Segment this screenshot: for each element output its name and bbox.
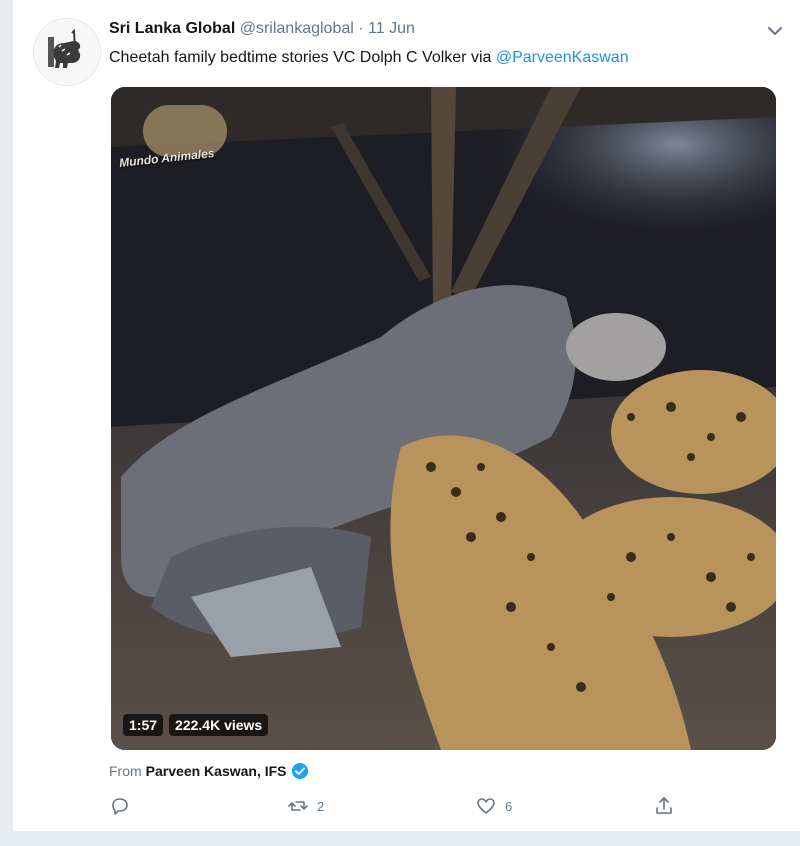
from-label: From <box>109 763 142 779</box>
tweet-date[interactable]: 11 Jun <box>368 20 415 37</box>
retweet-count: 2 <box>317 798 325 814</box>
verified-badge-icon <box>291 763 308 779</box>
chevron-down-icon <box>768 27 782 35</box>
video-badges: 1:57 222.4K views <box>123 714 269 736</box>
like-count: 6 <box>505 798 513 814</box>
video-player[interactable]: Mundo Animales 1:57 222.4K views <box>111 87 776 750</box>
more-options-button[interactable] <box>766 22 784 40</box>
display-name[interactable]: Sri Lanka Global <box>109 20 235 37</box>
reply-icon <box>112 798 128 815</box>
mention-link[interactable]: @ParveenKaswan <box>496 49 629 66</box>
tweet-card[interactable]: Sri Lanka Global @srilankaglobal · 11 Ju… <box>12 0 800 832</box>
like-button[interactable]: 6 <box>475 795 512 817</box>
sri-lanka-lion-flag-icon <box>34 19 100 85</box>
tweet-actions: 2 6 <box>109 795 689 819</box>
from-name[interactable]: Parveen Kaswan, IFS <box>146 763 287 779</box>
avatar[interactable] <box>33 18 101 86</box>
user-handle[interactable]: @srilankaglobal <box>240 20 354 37</box>
retweet-icon <box>288 801 308 811</box>
reply-button[interactable] <box>109 795 131 817</box>
share-button[interactable] <box>653 795 675 817</box>
media-attribution: From Parveen Kaswan, IFS <box>109 762 309 780</box>
heart-icon <box>477 798 495 814</box>
tweet-text: Cheetah family bedtime stories VC Dolph … <box>109 49 629 67</box>
video-duration: 1:57 <box>123 714 164 736</box>
tweet-header: Sri Lanka Global @srilankaglobal · 11 Ju… <box>109 20 780 42</box>
video-frame <box>111 87 776 750</box>
share-icon <box>656 797 672 814</box>
video-views: 222.4K views <box>169 714 269 736</box>
tweet-text-body: Cheetah family bedtime stories VC Dolph … <box>109 49 496 66</box>
retweet-button[interactable]: 2 <box>287 795 324 817</box>
separator-dot: · <box>358 20 364 37</box>
